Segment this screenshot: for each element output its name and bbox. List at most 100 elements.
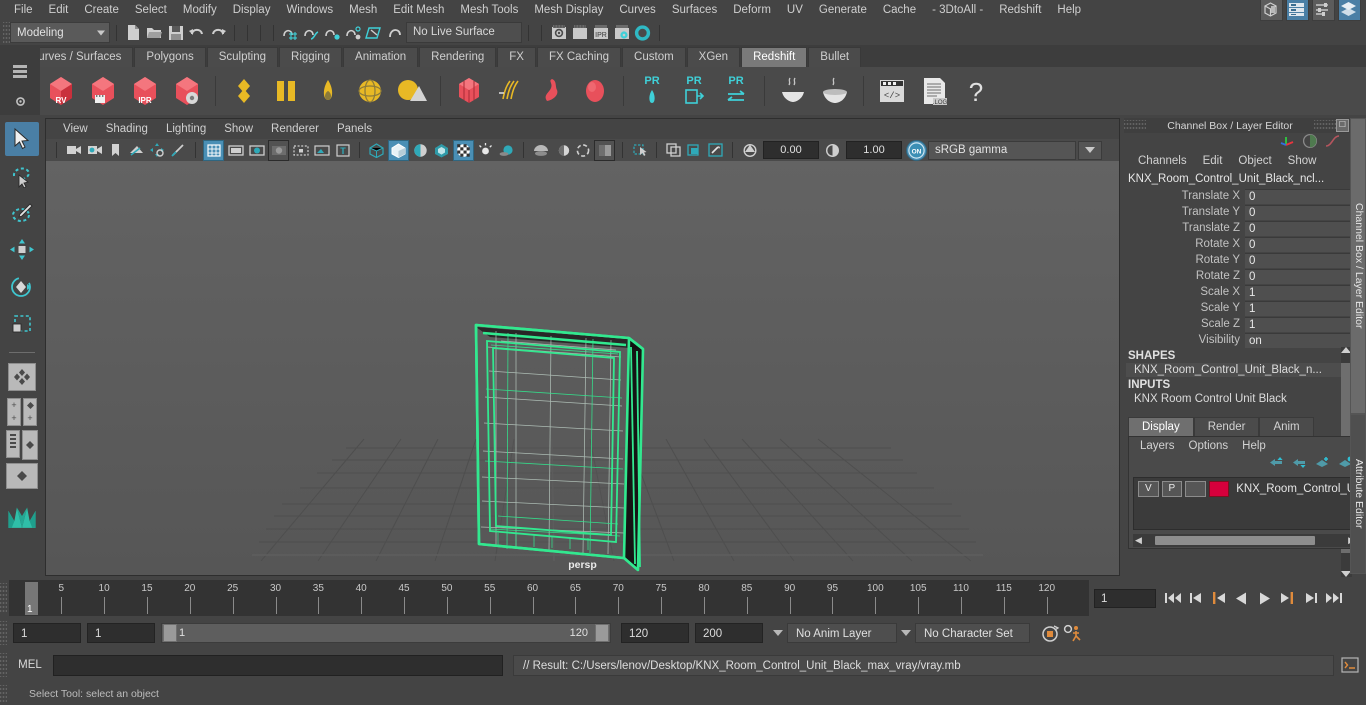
menu-item-select[interactable]: Select — [127, 0, 175, 20]
dock-tab-attribute-editor[interactable]: Attribute Editor — [1350, 414, 1366, 574]
anim-start-time-field[interactable]: 1 — [13, 623, 81, 643]
redshift-bake-set[interactable] — [773, 71, 813, 111]
redshift-material[interactable] — [224, 71, 264, 111]
last-tool[interactable] — [5, 360, 39, 394]
auto-keyframe-icon[interactable] — [1038, 622, 1061, 644]
layout-outliner-persp[interactable] — [5, 430, 39, 460]
redshift-render-sequence[interactable] — [83, 71, 123, 111]
shadows-icon[interactable] — [497, 141, 516, 160]
shelf-menu-icon[interactable] — [13, 70, 27, 73]
shelf-tab-fx[interactable]: FX — [497, 47, 536, 67]
color-management-icon[interactable]: ON — [906, 139, 927, 161]
channel-attribute-value[interactable]: 1 — [1245, 300, 1350, 316]
channel-box-toggle-icon[interactable] — [1338, 0, 1361, 21]
command-language-label[interactable]: MEL — [7, 659, 53, 671]
step-back-keyframe-icon[interactable] — [1184, 587, 1207, 609]
layer-color-swatch[interactable] — [1208, 481, 1230, 497]
current-time-indicator[interactable]: 1 — [25, 582, 38, 615]
channel-attribute-value[interactable]: 0 — [1245, 252, 1350, 268]
time-slider[interactable]: 1 5 10 15 20 25 30 35 40 45 50 55 60 65 70 75 80 85 90 95 1… — [9, 580, 1089, 616]
layer-list[interactable]: V P KNX_Room_Control_Ur — [1133, 477, 1357, 530]
viewport-snapshot-icon[interactable] — [706, 141, 725, 160]
layout-persp-graph[interactable] — [5, 463, 39, 489]
motion-blur-icon[interactable] — [552, 141, 571, 160]
snap-curve-icon[interactable] — [301, 22, 322, 43]
range-start-handle[interactable] — [163, 624, 177, 642]
shelf-tab-rendering[interactable]: Rendering — [419, 47, 497, 67]
new-layer-icon[interactable] — [1315, 456, 1330, 472]
view-transform-selector[interactable]: sRGB gamma — [928, 140, 1076, 160]
menu-item-display[interactable]: Display — [225, 0, 279, 20]
menu-item-uv[interactable]: UV — [779, 0, 811, 20]
2d-pan-zoom-icon[interactable] — [148, 141, 167, 160]
shape-node-item[interactable]: KNX_Room_Control_Unit_Black_n... — [1126, 363, 1350, 377]
redshift-ipr[interactable]: IPR — [125, 71, 165, 111]
textured-icon[interactable] — [453, 139, 474, 161]
channel-attribute-value[interactable]: 1 — [1245, 316, 1350, 332]
menu-item-file[interactable]: File — [6, 0, 41, 20]
snap-grid-icon[interactable] — [280, 22, 301, 43]
text-overlay-icon[interactable]: T — [333, 141, 352, 160]
layer-editor-tab-display[interactable]: Display — [1128, 417, 1194, 436]
use-default-material-icon[interactable] — [432, 141, 451, 160]
xray-joints-icon[interactable] — [630, 141, 649, 160]
shelf-tab-polygons[interactable]: Polygons — [134, 47, 206, 67]
go-to-end-icon[interactable] — [1322, 587, 1345, 609]
curve-icon[interactable] — [1324, 134, 1340, 151]
keyframe-clock-icon[interactable] — [1302, 133, 1318, 152]
redshift-help[interactable]: ? — [956, 71, 996, 111]
undock-panel-icon[interactable]: ☐ — [1336, 119, 1349, 132]
shelf-tab-sculpting[interactable]: Sculpting — [206, 47, 279, 67]
range-end-time-field[interactable]: 120 — [621, 623, 689, 643]
layer-visibility-toggle[interactable]: V — [1138, 481, 1159, 497]
channel-attribute-value[interactable]: 0 — [1245, 220, 1350, 236]
undo-icon[interactable] — [186, 22, 207, 43]
smooth-shade-icon[interactable] — [388, 139, 409, 161]
viewport-menu-panels[interactable]: Panels — [328, 123, 381, 135]
current-frame-field[interactable]: 1 — [1094, 588, 1156, 608]
xray-icon[interactable] — [594, 139, 615, 161]
camera-attributes-icon[interactable] — [85, 141, 104, 160]
viewport-menu-shading[interactable]: Shading — [97, 123, 157, 135]
exposure-value[interactable]: 0.00 — [763, 141, 819, 159]
character-set-dropdown-icon[interactable] — [897, 624, 915, 642]
render-current-frame-icon[interactable] — [569, 22, 590, 43]
save-scene-icon[interactable] — [165, 22, 186, 43]
step-forward-keyframe-icon[interactable] — [1299, 587, 1322, 609]
snap-view-plane-icon[interactable] — [364, 22, 385, 43]
redshift-bake-all[interactable] — [815, 71, 855, 111]
menu-item-deform[interactable]: Deform — [725, 0, 779, 20]
ambient-occlusion-icon[interactable] — [531, 141, 550, 160]
make-live-icon[interactable] — [385, 22, 406, 43]
safe-action-icon[interactable] — [312, 141, 331, 160]
go-to-start-icon[interactable] — [1161, 587, 1184, 609]
redshift-hair[interactable] — [491, 71, 531, 111]
live-surface-field[interactable]: No Live Surface — [406, 22, 522, 43]
layout-two-pane[interactable]: + + + — [5, 397, 39, 427]
channel-attribute-value[interactable]: 1 — [1245, 284, 1350, 300]
ipr-render-icon[interactable]: IPR — [590, 22, 611, 43]
character-set-selector[interactable]: No Character Set — [915, 623, 1030, 643]
bookmark-icon[interactable] — [106, 141, 125, 160]
viewport-3d-canvas[interactable]: y x z persp — [46, 161, 1119, 575]
layer-row[interactable]: V P KNX_Room_Control_Ur — [1134, 478, 1356, 498]
menu-item-windows[interactable]: Windows — [278, 0, 341, 20]
step-forward-frame-icon[interactable] — [1276, 587, 1299, 609]
lasso-select-tool[interactable] — [5, 159, 39, 193]
redshift-sphere-object[interactable] — [575, 71, 615, 111]
wireframe-icon[interactable] — [367, 141, 386, 160]
redshift-dome-light[interactable] — [350, 71, 390, 111]
shaded-wireframe-icon[interactable] — [411, 141, 430, 160]
oriented-bounding-box-icon[interactable] — [169, 141, 188, 160]
range-end-handle[interactable] — [595, 624, 609, 642]
shelf-tab-fx-caching[interactable]: FX Caching — [536, 47, 622, 67]
redshift-pr-switch[interactable]: PR — [716, 71, 756, 111]
isolate-select-icon[interactable] — [664, 141, 683, 160]
menu-item-redshift[interactable]: Redshift — [991, 0, 1049, 20]
layer-editor-tab-anim[interactable]: Anim — [1259, 417, 1314, 436]
shelf-tab-bullet[interactable]: Bullet — [808, 47, 862, 67]
gamma-value[interactable]: 1.00 — [846, 141, 902, 159]
new-scene-icon[interactable] — [123, 22, 144, 43]
layer-name[interactable]: KNX_Room_Control_Ur — [1232, 483, 1356, 495]
script-editor-icon[interactable] — [1339, 654, 1361, 676]
